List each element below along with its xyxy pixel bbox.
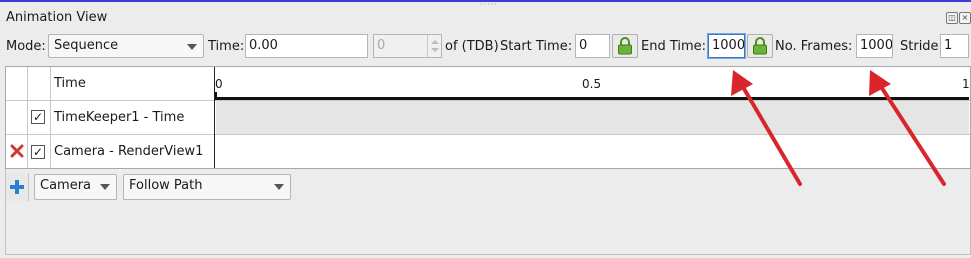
annotation-arrows [731,70,946,186]
annotation-arrow-icon [869,70,946,186]
annotation-arrow-icon [731,70,802,186]
